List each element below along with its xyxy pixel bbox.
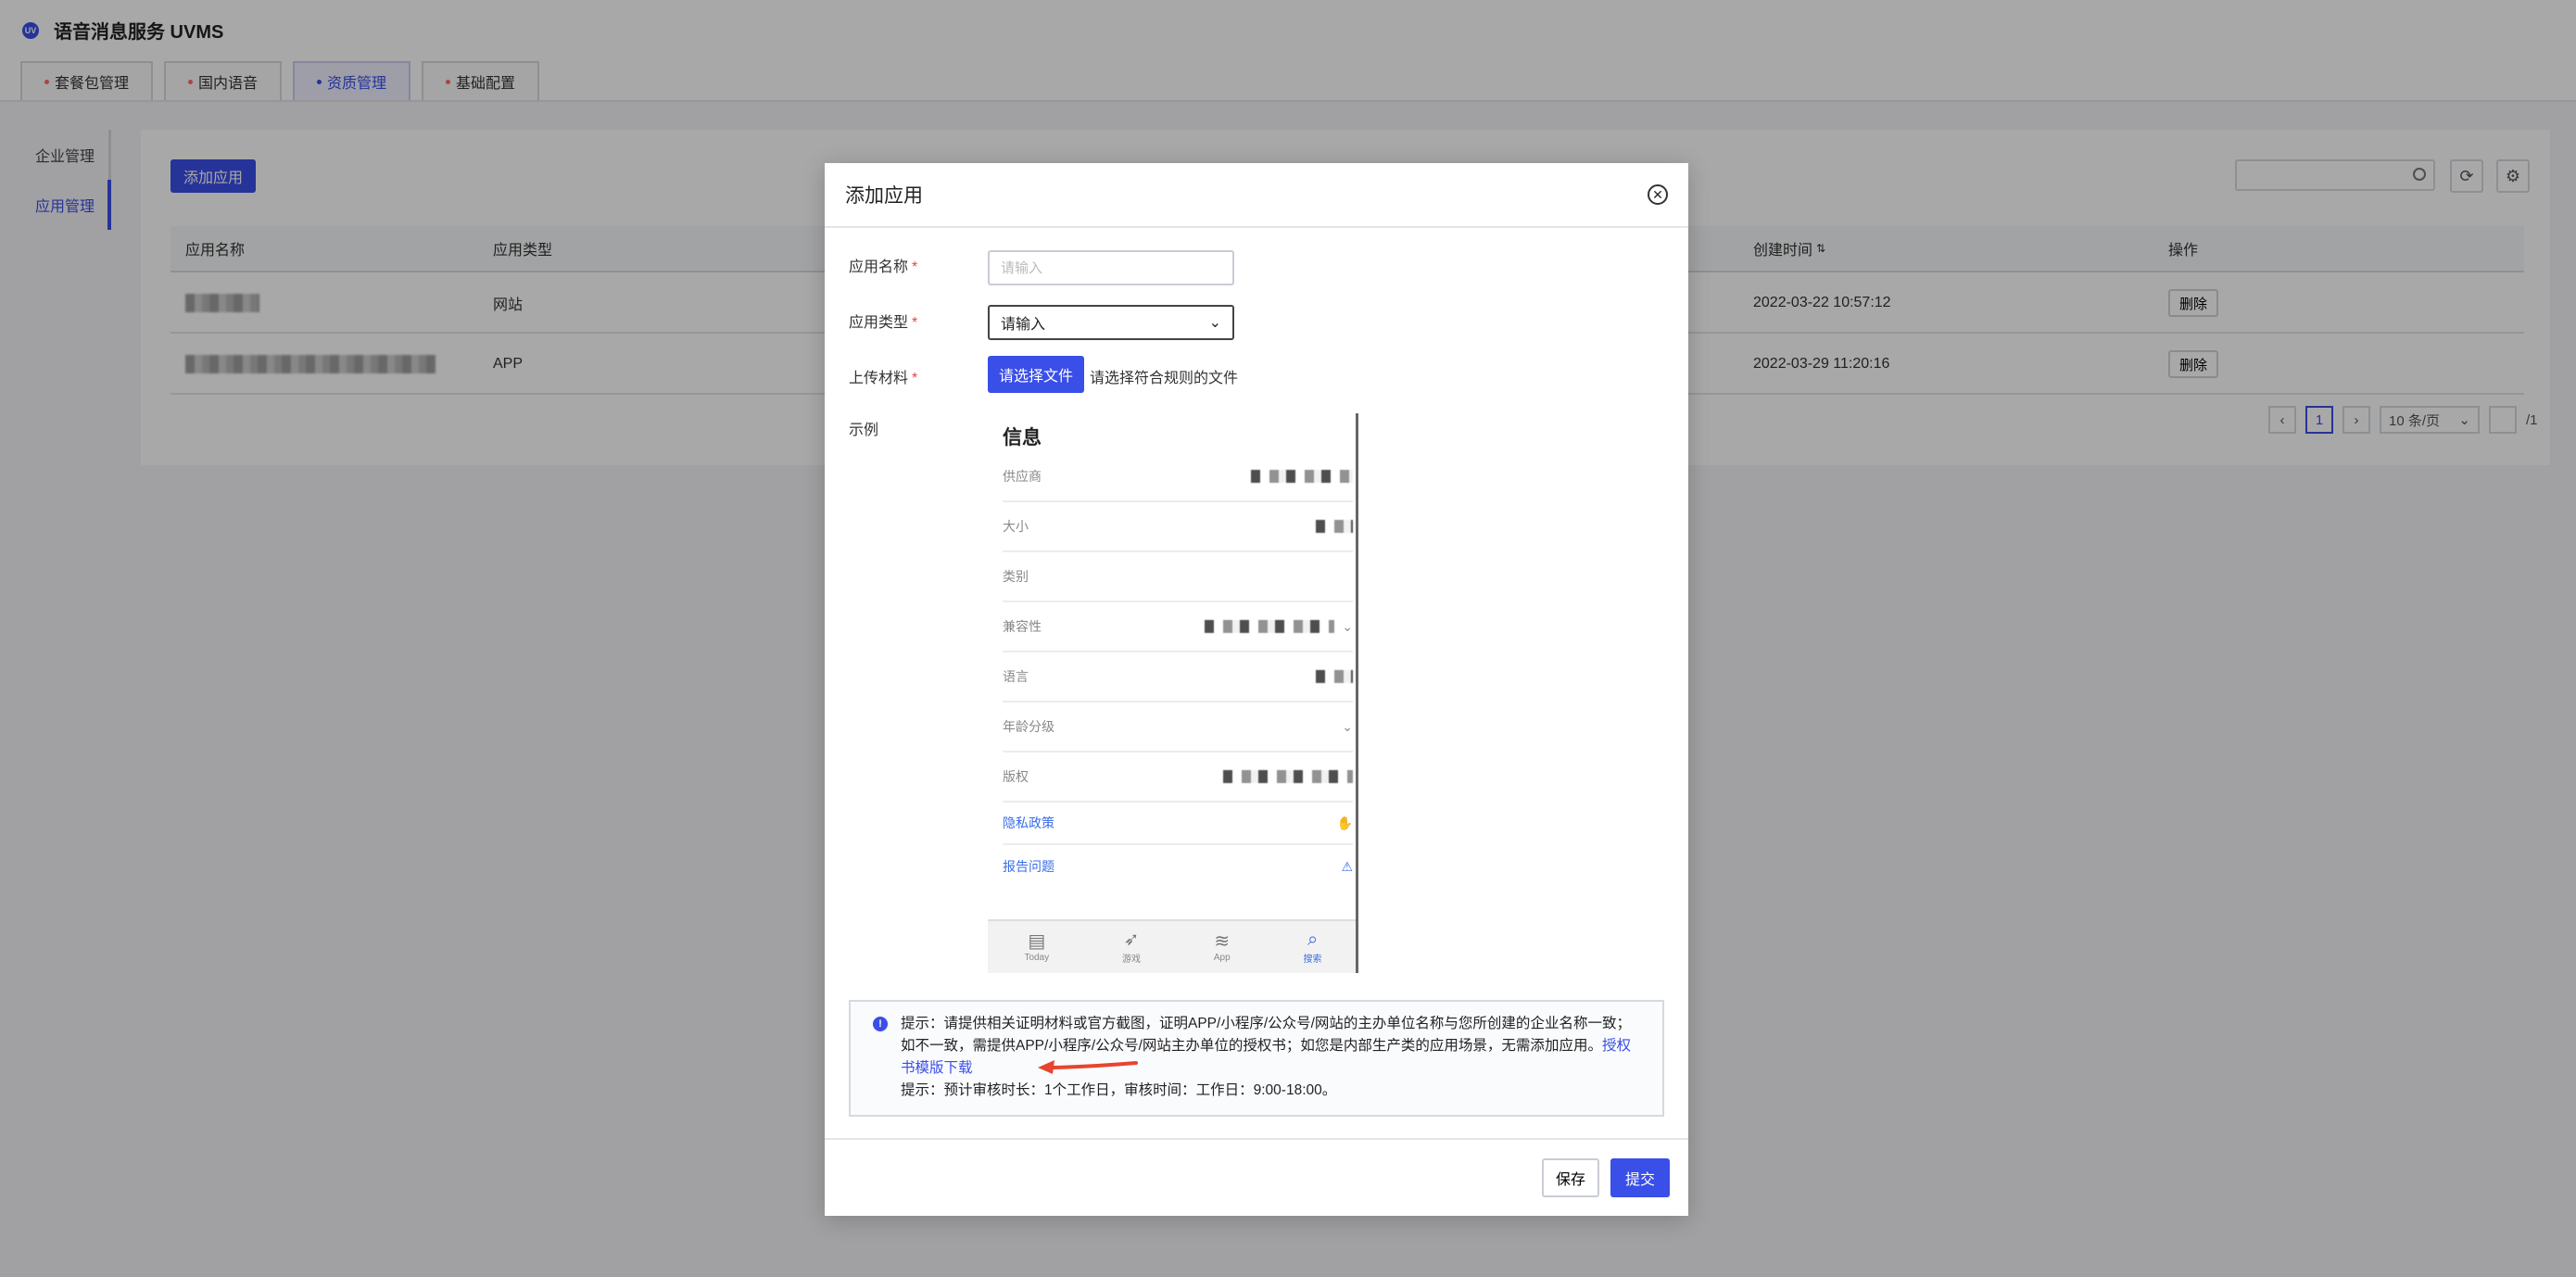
example-report-link: 报告问题 ⚠ (1003, 845, 1353, 888)
warning-icon: ⚠ (1341, 858, 1353, 874)
redacted-value: ⌄ (1205, 619, 1353, 635)
example-privacy-link: 隐私政策 ✋ (1003, 803, 1353, 845)
app-name-row: 应用名称 * (849, 254, 988, 276)
upload-label: 上传材料 * (849, 365, 988, 387)
example-link-label: 报告问题 (1003, 859, 1054, 874)
redacted-mask (1205, 620, 1335, 633)
choose-file-button[interactable]: 请选择文件 (988, 356, 1085, 393)
red-arrow-icon (1038, 1060, 1138, 1074)
hand-icon: ✋ (1336, 815, 1353, 830)
example-info-row: 版权 (1003, 752, 1353, 803)
app-type-select[interactable]: 请输入 ⌄ (988, 305, 1234, 340)
example-tab-label: Today (1024, 952, 1050, 963)
example-tab-label: 游戏 (1122, 954, 1141, 965)
upload-hint: 请选择符合规则的文件 (1090, 371, 1239, 386)
example-screenshot: 信息 供应商 大小 类别 兼容性 ⌄ 语言 年龄分级 ⌄ 版权 隐私政策 ✋ 报告问题… (988, 413, 1358, 973)
example-info-row: 大小 (1003, 502, 1353, 552)
example-tab-apps: ≋ App (1214, 932, 1231, 963)
notice-line-2: 提示：预计审核时长：1个工作日，审核时间：工作日：9:00-18:00。 (901, 1082, 1337, 1098)
redacted-value (1251, 470, 1353, 483)
close-icon[interactable]: ✕ (1648, 184, 1668, 205)
app-name-input[interactable] (988, 250, 1234, 285)
upload-label-text: 上传材料 (849, 371, 909, 386)
upload-row: 上传材料 * (849, 365, 988, 387)
example-info-row: 供应商 (1003, 452, 1353, 502)
redacted-value (1316, 670, 1353, 683)
chevron-down-icon: ⌄ (1342, 718, 1353, 734)
example-row-label: 版权 (1003, 769, 1029, 784)
example-row: 示例 (849, 417, 988, 439)
app-type-row: 应用类型 * (849, 310, 988, 332)
save-button[interactable]: 保存 (1542, 1158, 1599, 1197)
chevron-down-icon: ⌄ (1342, 618, 1353, 634)
dialog-header: 添加应用 ✕ (825, 163, 1688, 228)
search-icon: ⌕ (1307, 929, 1319, 950)
example-row-label: 供应商 (1003, 469, 1042, 484)
notice-text: 提示：请提供相关证明材料或官方截图，证明APP/小程序/公众号/网站的主办单位名… (901, 1013, 1640, 1080)
example-row-label: 类别 (1003, 569, 1029, 584)
example-tab-today: ▤ Today (1024, 932, 1049, 963)
rocket-icon: ➶ (1123, 929, 1140, 950)
example-tab-label: 搜索 (1303, 954, 1322, 965)
example-title: 信息 (1003, 427, 1042, 449)
example-row-label: 大小 (1003, 519, 1029, 534)
example-info-row: 兼容性 ⌄ (1003, 602, 1353, 652)
app-type-value: 请输入 (1001, 317, 1046, 333)
required-mark: * (912, 371, 918, 386)
today-icon: ▤ (1028, 930, 1046, 952)
example-info-row: 年龄分级 ⌄ (1003, 702, 1353, 752)
example-row-label: 年龄分级 (1003, 719, 1054, 734)
chevron-down-icon: ⌄ (1208, 315, 1221, 331)
dialog-title: 添加应用 (845, 185, 923, 207)
notice-line-1: 提示：请提供相关证明材料或官方截图，证明APP/小程序/公众号/网站的主办单位名… (901, 1016, 1631, 1054)
example-info-row: 语言 (1003, 652, 1353, 702)
example-row-label: 兼容性 (1003, 619, 1042, 634)
example-tab-label: App (1213, 952, 1231, 963)
notice-box: ! 提示：请提供相关证明材料或官方截图，证明APP/小程序/公众号/网站的主办单… (849, 1000, 1664, 1117)
required-mark: * (912, 259, 918, 275)
example-tab-search: ⌕ 搜索 (1304, 930, 1322, 965)
example-link-label: 隐私政策 (1003, 816, 1054, 830)
submit-button[interactable]: 提交 (1610, 1158, 1670, 1197)
example-info-row: 类别 (1003, 552, 1353, 602)
required-mark: * (912, 315, 918, 331)
app-name-label: 应用名称 * (849, 254, 988, 276)
info-icon: ! (873, 1017, 888, 1031)
dialog-footer: 保存 提交 (825, 1138, 1688, 1216)
app-name-label-text: 应用名称 (849, 259, 909, 275)
example-row-label: 语言 (1003, 669, 1029, 684)
example-tabbar: ▤ Today ➶ 游戏 ≋ App ⌕ 搜索 (988, 919, 1356, 973)
example-tab-games: ➶ 游戏 (1122, 930, 1141, 965)
example-label: 示例 (849, 423, 879, 438)
app-type-label-text: 应用类型 (849, 315, 909, 331)
app-type-label: 应用类型 * (849, 310, 988, 332)
layers-icon: ≋ (1214, 930, 1231, 952)
redacted-value (1223, 770, 1353, 783)
redacted-value (1316, 520, 1353, 533)
add-app-dialog: 添加应用 ✕ 应用名称* 应用类型* 请输入 ⌄ 上传材料* 请选择文件 请选择… (825, 163, 1688, 1216)
